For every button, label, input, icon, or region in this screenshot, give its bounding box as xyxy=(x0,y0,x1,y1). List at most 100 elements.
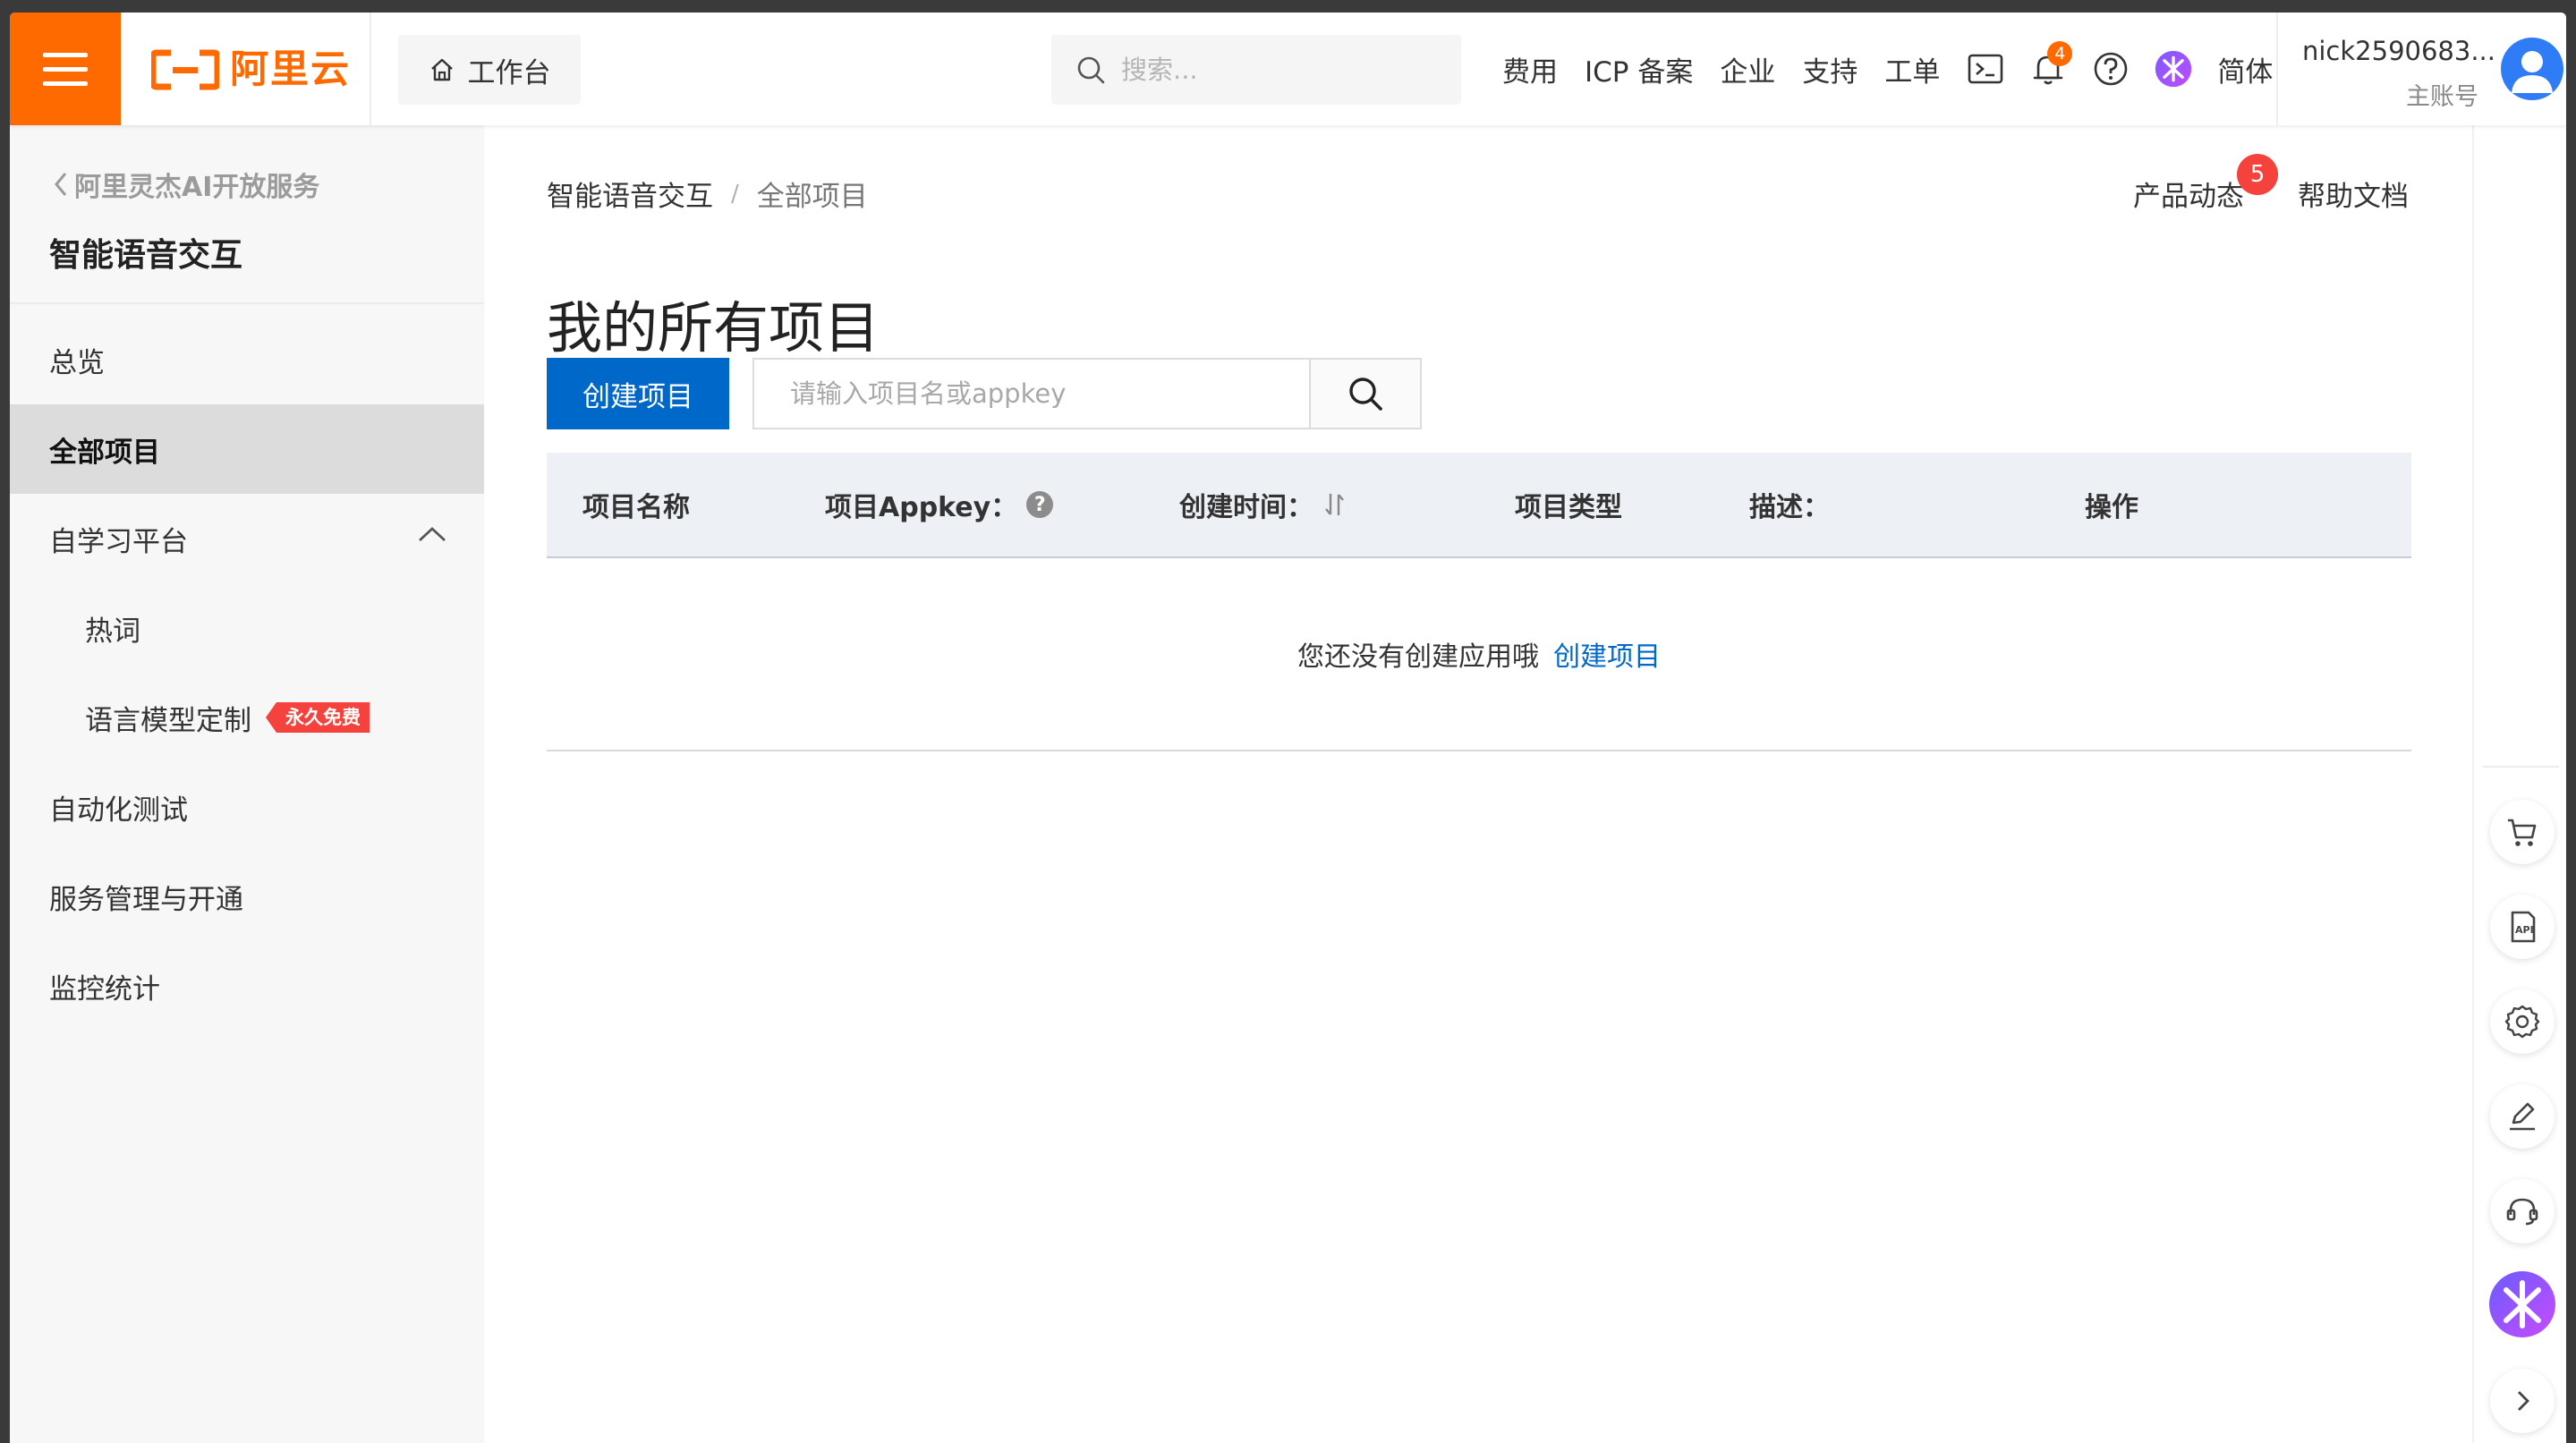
page-top-links: 产品动态 5 帮助文档 xyxy=(2133,154,2409,214)
column-label: 操作 xyxy=(2085,492,2138,523)
aliyun-logo[interactable]: 阿里云 xyxy=(151,48,351,91)
menu-line xyxy=(43,81,88,86)
headset-icon xyxy=(2506,1198,2538,1226)
column-label: 项目名称 xyxy=(582,492,690,523)
feedback-edit-button[interactable] xyxy=(2490,1084,2555,1149)
empty-state-text: 您还没有创建应用哦 xyxy=(1297,641,1539,673)
global-search[interactable] xyxy=(1051,35,1461,105)
avatar[interactable] xyxy=(2501,38,2563,100)
projects-table-header: 项目名称 项目Appkey： ? 创建时间： 项目类型 描述： 操作 xyxy=(547,453,2411,558)
sidebar-item-label: 全部项目 xyxy=(49,436,160,469)
ai-assistant-button[interactable] xyxy=(2488,1270,2556,1338)
sidebar: 阿里灵杰AI开放服务 智能语音交互 总览 全部项目 自学习平台 热词 语言模型定… xyxy=(10,125,484,1443)
column-header-actions: 操作 xyxy=(2085,453,2138,556)
sidebar-item-label: 服务管理与开通 xyxy=(49,883,243,916)
cart-icon xyxy=(2508,819,2537,846)
console-window: 阿里云 工作台 费用 ICP 备案 企业 支持 工单 xyxy=(10,13,2566,1443)
sidebar-item-all-projects[interactable]: 全部项目 xyxy=(10,404,484,494)
nav-fees[interactable]: 费用 xyxy=(1502,49,1558,89)
sidebar-item-auto-test[interactable]: 自动化测试 xyxy=(10,762,484,852)
column-header-created[interactable]: 创建时间： xyxy=(1179,453,1348,556)
sort-icon[interactable] xyxy=(1322,491,1348,518)
customer-service-button[interactable] xyxy=(2490,1179,2555,1244)
api-button[interactable]: API xyxy=(2490,895,2555,959)
product-news-label: 产品动态 xyxy=(2133,181,2244,213)
edit-icon xyxy=(2510,1102,2535,1131)
expand-rail-button[interactable] xyxy=(2490,1369,2555,1433)
bell-icon[interactable]: 4 xyxy=(2029,41,2073,88)
empty-state-create-link[interactable]: 创建项目 xyxy=(1553,634,1661,674)
help-icon[interactable]: ? xyxy=(1026,491,1054,518)
breadcrumb: 智能语音交互 / 全部项目 xyxy=(547,174,868,214)
menu-line xyxy=(43,66,88,72)
hamburger-menu-button[interactable] xyxy=(10,13,121,125)
column-label: 创建时间： xyxy=(1179,492,1314,523)
user-role: 主账号 xyxy=(2406,83,2478,111)
search-icon xyxy=(1077,56,1105,84)
sidebar-item-label: 语言模型定制 xyxy=(85,704,251,737)
sidebar-item-service-mgmt[interactable]: 服务管理与开通 xyxy=(10,852,484,941)
breadcrumb-home[interactable]: 智能语音交互 xyxy=(547,174,713,214)
sidebar-item-monitoring[interactable]: 监控统计 xyxy=(10,941,484,1031)
settings-button[interactable] xyxy=(2490,989,2555,1054)
project-search-input[interactable] xyxy=(754,360,1309,428)
project-search xyxy=(752,358,1422,429)
rail-divider xyxy=(2483,766,2559,768)
breadcrumb-separator: / xyxy=(731,180,739,208)
search-icon xyxy=(1349,378,1382,411)
svg-text:API: API xyxy=(2515,924,2534,936)
sidebar-item-label: 总览 xyxy=(49,346,105,379)
sidebar-item-label: 自学习平台 xyxy=(49,525,188,558)
nav-ticket[interactable]: 工单 xyxy=(1884,49,1940,89)
sidebar-item-label: 监控统计 xyxy=(49,972,160,1006)
column-header-type: 项目类型 xyxy=(1515,453,1622,556)
back-link-label: 阿里灵杰AI开放服务 xyxy=(74,172,320,203)
sidebar-item-lm-custom[interactable]: 语言模型定制 永久免费 xyxy=(10,673,484,762)
chevron-left-icon xyxy=(55,173,67,196)
create-project-button[interactable]: 创建项目 xyxy=(547,358,729,429)
logo-text: 阿里云 xyxy=(230,47,351,92)
home-icon xyxy=(430,58,453,81)
sidebar-item-hot-words[interactable]: 热词 xyxy=(10,583,484,673)
column-label: 项目类型 xyxy=(1515,492,1622,523)
sidebar-title: 智能语音交互 xyxy=(49,237,243,274)
terminal-icon[interactable] xyxy=(1967,50,2004,88)
nav-enterprise[interactable]: 企业 xyxy=(1720,49,1775,89)
help-docs-link[interactable]: 帮助文档 xyxy=(2298,174,2409,214)
language-switch[interactable]: 简体 xyxy=(2217,49,2273,89)
sidebar-divider xyxy=(10,302,484,304)
user-account[interactable]: nick2590683... 主账号 xyxy=(2290,13,2566,125)
user-name: nick2590683... xyxy=(2302,36,2495,66)
header-divider xyxy=(370,13,371,125)
breadcrumb-current: 全部项目 xyxy=(756,181,868,213)
global-search-input[interactable] xyxy=(1119,54,1445,86)
workbench-button[interactable]: 工作台 xyxy=(398,35,581,105)
chevron-up-icon xyxy=(419,527,446,542)
free-forever-badge: 永久免费 xyxy=(266,702,370,733)
column-header-appkey: 项目Appkey： ? xyxy=(825,453,1054,556)
cart-button[interactable] xyxy=(2490,800,2555,864)
right-tool-rail: API xyxy=(2472,125,2566,1443)
chevron-right-icon xyxy=(2518,1391,2529,1411)
sidebar-item-overview[interactable]: 总览 xyxy=(10,315,484,404)
sidebar-item-label: 自动化测试 xyxy=(49,794,188,827)
top-navigation-bar: 阿里云 工作台 费用 ICP 备案 企业 支持 工单 xyxy=(10,13,2566,125)
column-label: 描述： xyxy=(1749,492,1830,523)
sidebar-item-self-learning[interactable]: 自学习平台 xyxy=(10,494,484,583)
ai-assistant-icon[interactable] xyxy=(2155,50,2192,88)
workbench-label: 工作台 xyxy=(467,56,551,89)
column-header-name: 项目名称 xyxy=(582,453,690,556)
user-avatar-icon xyxy=(2512,51,2553,93)
page-title: 我的所有项目 xyxy=(547,294,880,361)
aliyun-logo-icon xyxy=(151,49,219,90)
column-label: 项目Appkey： xyxy=(825,492,1018,523)
nav-icp[interactable]: ICP 备案 xyxy=(1585,49,1693,89)
back-to-parent-link[interactable]: 阿里灵杰AI开放服务 xyxy=(51,165,319,204)
sidebar-item-label: 热词 xyxy=(85,615,140,648)
help-circle-icon[interactable] xyxy=(2092,50,2130,88)
product-news-link[interactable]: 产品动态 5 xyxy=(2133,154,2278,214)
nav-support[interactable]: 支持 xyxy=(1802,49,1858,89)
project-search-button[interactable] xyxy=(1309,360,1420,428)
empty-state-row: 您还没有创建应用哦 创建项目 xyxy=(547,558,2411,751)
menu-line xyxy=(43,52,88,57)
